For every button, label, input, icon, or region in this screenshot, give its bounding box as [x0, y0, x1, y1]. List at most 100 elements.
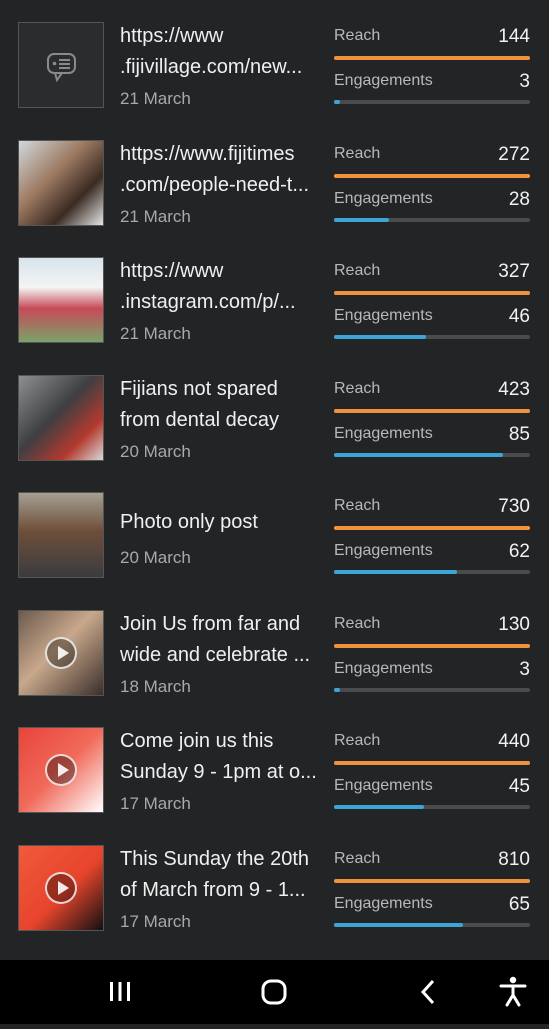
engagements-bar: [334, 805, 530, 809]
post-date: 21 March: [120, 207, 191, 226]
engagements-bar-fill: [334, 218, 389, 222]
engagements-bar: [334, 688, 530, 692]
post-thumbnail[interactable]: [18, 727, 104, 813]
post-row[interactable]: https://www .fijivillage.com/new... 21 Mar…: [0, 17, 549, 134]
engagements-value: 45: [508, 776, 530, 797]
reach-label: Reach: [334, 497, 381, 514]
post-title-line: wide and celebrate ...: [120, 644, 311, 666]
engagements-label: Engagements: [334, 660, 433, 677]
reach-bar: [334, 526, 530, 530]
reach-label: Reach: [334, 27, 381, 44]
post-title-line: https://www: [120, 25, 224, 47]
reach-bar-fill: [334, 409, 530, 413]
post-row[interactable]: Join Us from far and wide and celebrate .…: [0, 605, 549, 722]
post-row[interactable]: Fijians not spared from dental decay 20 Ma…: [0, 370, 549, 487]
post-date: 17 March: [120, 794, 191, 813]
reach-label: Reach: [334, 262, 381, 279]
engagements-value: 85: [508, 424, 530, 445]
engagements-bar-fill: [334, 805, 425, 809]
reach-value: 423: [498, 379, 530, 400]
engagements-bar: [334, 570, 530, 574]
post-thumbnail[interactable]: [18, 140, 104, 226]
post-title-line: Come join us this: [120, 730, 274, 752]
post-title[interactable]: This Sunday the 20th of March from 9 - 1.…: [120, 844, 320, 906]
reach-bar: [334, 761, 530, 765]
post-date: 20 March: [120, 548, 191, 567]
post-title[interactable]: https://www .instagram.com/p/...: [120, 256, 320, 318]
post-title-line: Photo only post: [120, 511, 258, 533]
post-title-line: This Sunday the 20th: [120, 848, 310, 870]
post-thumbnail[interactable]: [18, 257, 104, 343]
reach-label: Reach: [334, 145, 381, 162]
play-icon: [45, 754, 77, 786]
post-title-line: Join Us from far and: [120, 613, 301, 635]
post-title-line: of March from 9 - 1...: [120, 879, 306, 901]
reach-value: 327: [498, 261, 530, 282]
post-thumbnail[interactable]: [18, 375, 104, 461]
home-icon: [261, 979, 287, 1005]
post-title-line: Sunday 9 - 1pm at o...: [120, 761, 317, 783]
engagements-bar-fill: [334, 453, 503, 457]
thumbnail-image: [19, 258, 103, 342]
engagements-bar-fill: [334, 570, 458, 574]
engagements-bar-fill: [334, 923, 464, 927]
post-title[interactable]: https://www.fijitimes .com/people-need-t.…: [120, 139, 320, 201]
post-title[interactable]: Come join us this Sunday 9 - 1pm at o...: [120, 726, 320, 788]
post-row[interactable]: https://www.fijitimes .com/people-need-t.…: [0, 135, 549, 252]
post-title[interactable]: Fijians not spared from dental decay: [120, 374, 320, 436]
reach-label: Reach: [334, 380, 381, 397]
post-title-line: https://www: [120, 260, 224, 282]
post-thumbnail[interactable]: [18, 492, 104, 578]
reach-value: 440: [498, 731, 530, 752]
engagements-value: 65: [508, 894, 530, 915]
recents-button[interactable]: [88, 960, 152, 1024]
engagements-label: Engagements: [334, 777, 433, 794]
reach-value: 730: [498, 496, 530, 517]
engagements-label: Engagements: [334, 425, 433, 442]
post-date: 17 March: [120, 912, 191, 931]
engagements-bar-fill: [334, 688, 340, 692]
engagements-bar: [334, 453, 530, 457]
message-placeholder-icon: [47, 53, 76, 83]
post-title-line: Fijians not spared: [120, 378, 278, 400]
play-icon: [45, 872, 77, 904]
reach-value: 810: [498, 849, 530, 870]
post-date: 20 March: [120, 442, 191, 461]
post-title[interactable]: Photo only post: [120, 507, 320, 538]
reach-value: 272: [498, 144, 530, 165]
engagements-value: 3: [519, 659, 530, 680]
post-title-line: .com/people-need-t...: [120, 174, 309, 196]
post-title-line: https://www.fijitimes: [120, 143, 295, 165]
reach-label: Reach: [334, 850, 381, 867]
back-button[interactable]: [396, 960, 460, 1024]
home-button[interactable]: [242, 960, 306, 1024]
reach-bar-fill: [334, 291, 530, 295]
post-row[interactable]: https://www .instagram.com/p/... 21 March R…: [0, 252, 549, 369]
post-thumbnail[interactable]: [18, 22, 104, 108]
reach-bar: [334, 174, 530, 178]
engagements-value: 46: [508, 306, 530, 327]
post-thumbnail[interactable]: [18, 610, 104, 696]
thumbnail-image: [19, 376, 103, 460]
engagements-label: Engagements: [334, 307, 433, 324]
engagements-bar-fill: [334, 100, 340, 104]
reach-bar-fill: [334, 526, 530, 530]
engagements-value: 3: [519, 71, 530, 92]
reach-label: Reach: [334, 615, 381, 632]
post-row[interactable]: Come join us this Sunday 9 - 1pm at o... 1…: [0, 722, 549, 839]
recents-icon: [110, 982, 130, 1001]
post-row[interactable]: Photo only post 20 March Reach 730 Engagemen…: [0, 487, 549, 604]
engagements-label: Engagements: [334, 542, 433, 559]
accessibility-button[interactable]: [481, 960, 545, 1024]
play-icon: [45, 637, 77, 669]
system-navigation-bar: [0, 960, 549, 1024]
post-title[interactable]: Join Us from far and wide and celebrate .…: [120, 609, 320, 671]
engagements-value: 62: [508, 541, 530, 562]
reach-label: Reach: [334, 732, 381, 749]
post-title-line: .instagram.com/p/...: [120, 291, 296, 313]
thumbnail-image: [19, 141, 103, 225]
engagements-label: Engagements: [334, 895, 433, 912]
post-row[interactable]: This Sunday the 20th of March from 9 - 1.…: [0, 840, 549, 957]
post-title[interactable]: https://www .fijivillage.com/new...: [120, 21, 320, 83]
post-thumbnail[interactable]: [18, 845, 104, 931]
